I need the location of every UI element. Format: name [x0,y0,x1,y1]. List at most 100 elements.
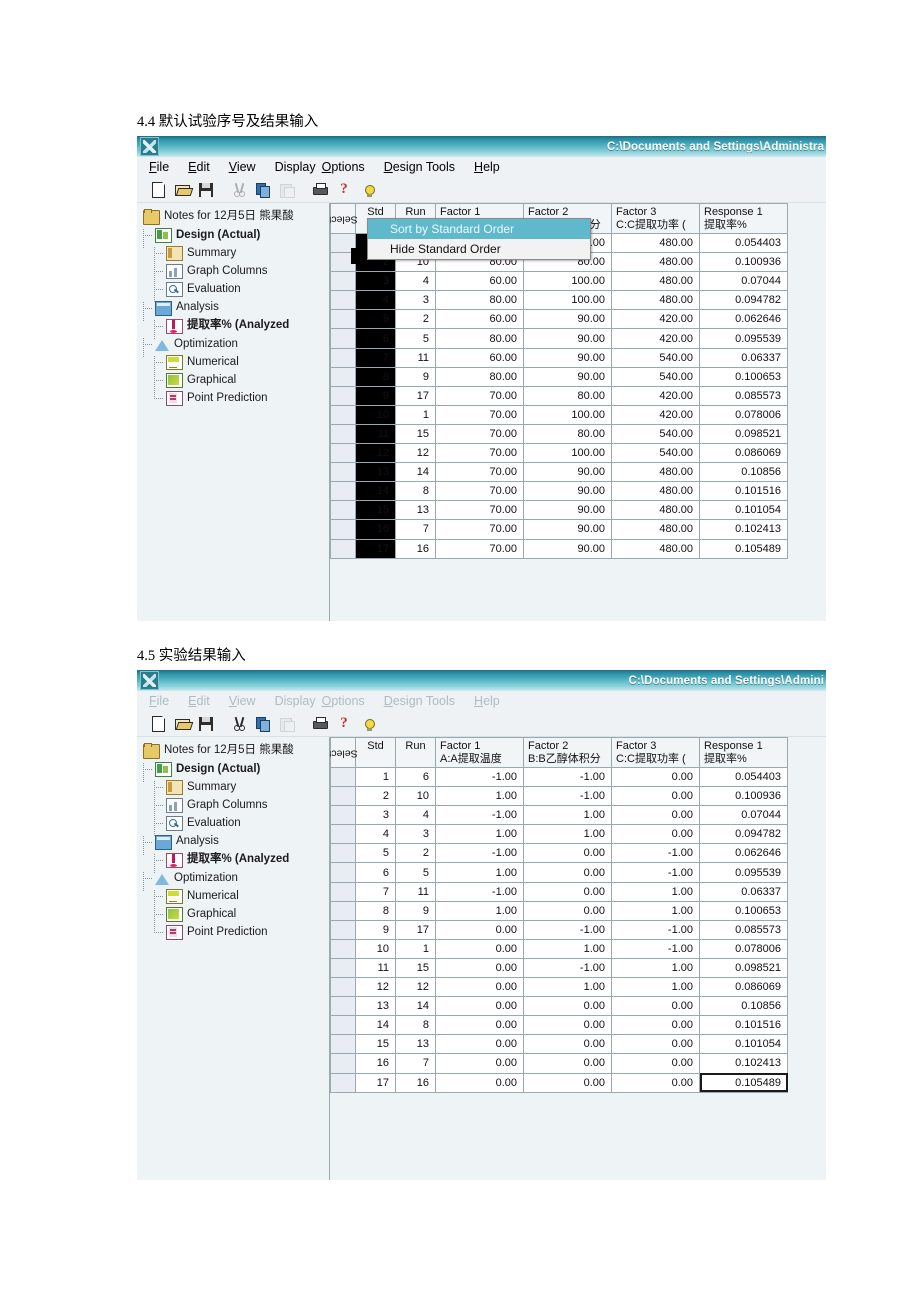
table-row[interactable]: 11 15 70.00 80.00 540.00 0.098521 [330,423,788,445]
row-select-cell[interactable] [330,805,356,826]
cell-std[interactable]: 8 [355,366,396,387]
cut-icon[interactable] [228,714,250,734]
row-select-cell[interactable] [330,996,356,1017]
cell-factor-1[interactable]: 0.00 [435,919,524,940]
cell-factor-1[interactable]: 0.00 [435,977,524,998]
cell-factor-1[interactable]: 70.00 [435,462,524,483]
cell-factor-1[interactable]: 70.00 [435,443,524,464]
cell-run[interactable]: 16 [395,1072,436,1093]
cell-run[interactable]: 2 [395,843,436,864]
row-select-cell[interactable] [330,938,356,959]
cell-factor-2[interactable]: 100.00 [523,443,612,464]
row-select-cell[interactable] [330,462,356,483]
cell-std[interactable]: 4 [355,824,396,845]
cell-run[interactable]: 8 [395,481,436,502]
row-select-cell[interactable] [330,900,356,921]
cell-factor-1[interactable]: 70.00 [435,404,524,425]
cell-factor-2[interactable]: 0.00 [523,1034,612,1055]
tree-item-graph-columns[interactable]: Graph Columns [143,797,329,819]
cell-run[interactable]: 12 [395,443,436,464]
table-row[interactable]: 14 8 0.00 0.00 0.00 0.101516 [330,1015,788,1036]
cell-factor-2[interactable]: 90.00 [523,481,612,502]
cell-response-1[interactable]: 0.100653 [699,366,788,387]
tree-item-design-actual[interactable]: Design (Actual) [143,226,329,248]
row-select-cell[interactable] [330,443,356,464]
cell-factor-1[interactable]: 80.00 [435,366,524,387]
cell-factor-3[interactable]: -1.00 [611,919,700,940]
tips-icon[interactable] [357,714,379,734]
cell-std[interactable]: 16 [355,1053,396,1074]
cell-factor-2[interactable]: -1.00 [523,957,612,979]
tree-item-optimization[interactable]: Optimization [143,869,329,891]
cell-factor-1[interactable]: 1.00 [435,862,524,883]
copy-icon[interactable] [252,180,274,200]
cell-response-1[interactable]: 0.095539 [699,328,788,349]
row-select-cell[interactable] [330,881,356,902]
cell-factor-3[interactable]: 480.00 [611,232,700,254]
cell-factor-1[interactable]: -1.00 [435,805,524,826]
cell-factor-2[interactable]: -1.00 [523,786,612,807]
cell-run[interactable]: 8 [395,1015,436,1036]
cell-response-1[interactable]: 0.101054 [699,500,788,521]
cell-factor-1[interactable]: 1.00 [435,824,524,845]
window-1-grid-area[interactable]: SelectStd Run Factor 1A:A提取温度Factor 2B:B… [330,203,826,621]
cell-factor-3[interactable]: 420.00 [611,309,700,330]
table-row[interactable]: 11 15 0.00 -1.00 1.00 0.098521 [330,957,788,979]
table-row[interactable]: 3 4 -1.00 1.00 0.00 0.07044 [330,805,788,826]
cell-factor-1[interactable]: 70.00 [435,538,524,559]
tree-item-optimization[interactable]: Optimization [143,335,329,357]
cell-response-1[interactable]: 0.10856 [699,462,788,483]
tree-item-summary[interactable]: Summary [143,244,329,266]
menu-design-tools[interactable]: Design Tools [384,160,455,174]
cell-factor-1[interactable]: 0.00 [435,1034,524,1055]
table-row[interactable]: 1 6 -1.00 -1.00 0.00 0.054403 [330,766,788,788]
table-row[interactable]: 4 3 80.00 100.00 480.00 0.094782 [330,290,788,311]
cell-std[interactable]: 7 [355,347,396,368]
context-menu-item-sort[interactable]: Sort by Standard Order [368,219,590,239]
cell-factor-3[interactable]: 1.00 [611,977,700,998]
table-row[interactable]: 5 2 60.00 90.00 420.00 0.062646 [330,309,788,330]
cell-factor-2[interactable]: 0.00 [523,996,612,1017]
cell-response-1[interactable]: 0.094782 [699,824,788,845]
copy-icon[interactable] [252,714,274,734]
table-row[interactable]: 8 9 80.00 90.00 540.00 0.100653 [330,366,788,387]
open-icon[interactable] [171,714,193,734]
cell-run[interactable]: 7 [395,1053,436,1074]
cell-factor-3[interactable]: 540.00 [611,366,700,387]
cell-factor-2[interactable]: -1.00 [523,919,612,940]
table-row[interactable]: 9 17 0.00 -1.00 -1.00 0.085573 [330,919,788,940]
cell-factor-2[interactable]: 90.00 [523,328,612,349]
cell-run[interactable]: 5 [395,862,436,883]
cell-std[interactable]: 9 [355,385,396,406]
tree-item-evaluation[interactable]: Evaluation [143,815,329,837]
cell-factor-2[interactable]: 0.00 [523,881,612,902]
cell-response-1[interactable]: 0.06337 [699,881,788,902]
column-header-select[interactable]: Select [330,737,358,768]
menu-edit[interactable]: Edit [188,160,210,174]
cell-response-1[interactable]: 0.085573 [699,919,788,940]
cell-std[interactable]: 10 [355,404,396,425]
cell-run[interactable]: 3 [395,824,436,845]
window-2-grid-area[interactable]: Select Std Run Factor 1 A:A提取温度 Factor 2 B:B… [330,737,826,1180]
tree-item-analyzed[interactable]: 提取率% (Analyzed [143,851,329,873]
cell-factor-1[interactable]: 0.00 [435,996,524,1017]
cell-factor-3[interactable]: 420.00 [611,404,700,425]
cell-std[interactable]: 11 [355,423,396,445]
table-row[interactable]: 14 8 70.00 90.00 480.00 0.101516 [330,481,788,502]
cell-response-1[interactable]: 0.054403 [699,766,788,788]
table-row[interactable]: 6 5 80.00 90.00 420.00 0.095539 [330,328,788,349]
cell-run[interactable]: 17 [395,919,436,940]
cell-std[interactable]: 9 [355,919,396,940]
new-icon[interactable] [147,180,169,200]
tree-item-point-prediction[interactable]: Point Prediction [143,924,329,942]
cell-factor-3[interactable]: 480.00 [611,462,700,483]
table-row[interactable]: 13 14 70.00 90.00 480.00 0.10856 [330,462,788,483]
window-2-tree[interactable]: Notes for 12月5日 熊果酸 Design (Actual) Summar… [137,737,330,1180]
cell-response-1[interactable]: 0.100653 [699,900,788,921]
table-row[interactable]: 10 1 70.00 100.00 420.00 0.078006 [330,404,788,425]
window-2-titlebar[interactable]: C:\Documents and Settings\Admini [137,670,826,691]
table-row[interactable]: 6 5 1.00 0.00 -1.00 0.095539 [330,862,788,883]
cell-factor-3[interactable]: 540.00 [611,443,700,464]
cell-response-1[interactable]: 0.101516 [699,481,788,502]
cell-factor-3[interactable]: 480.00 [611,290,700,311]
